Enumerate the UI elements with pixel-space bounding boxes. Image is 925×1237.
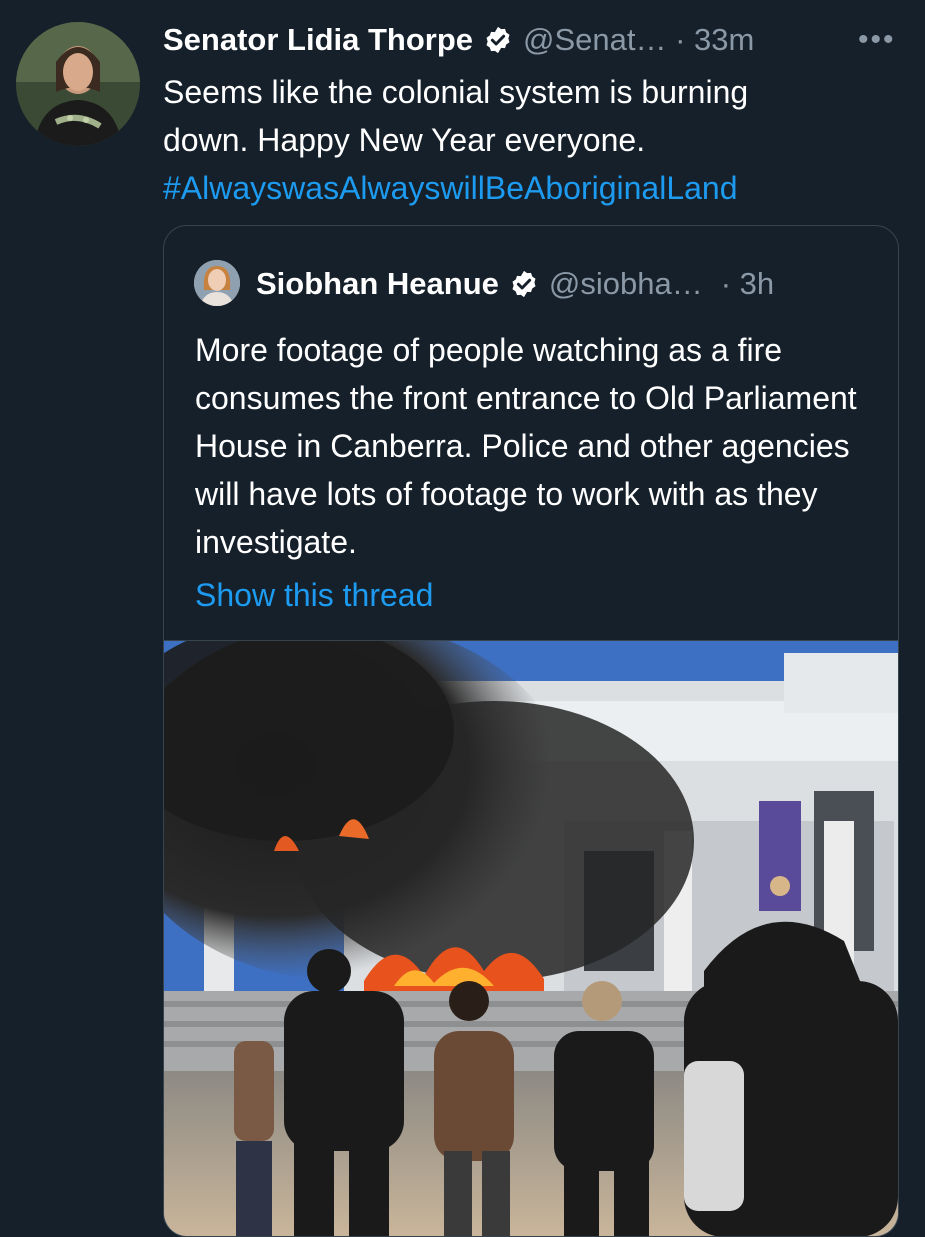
verified-badge-icon bbox=[483, 25, 513, 55]
tweet-text-line: Seems like the colonial system is burnin… bbox=[163, 74, 749, 110]
hashtag-link[interactable]: #AlwayswasAlwayswillBeAboriginalLand bbox=[163, 164, 883, 212]
author-avatar[interactable] bbox=[16, 22, 140, 146]
avatar-photo bbox=[194, 260, 240, 306]
avatar-photo bbox=[16, 22, 140, 146]
quoted-tweet-media[interactable] bbox=[164, 640, 898, 1236]
quoted-author-handle[interactable]: @siobha… bbox=[549, 266, 703, 302]
quoted-author-avatar[interactable] bbox=[194, 260, 240, 306]
author-name[interactable]: Senator Lidia Thorpe bbox=[163, 22, 473, 58]
quoted-tweet-text: More footage of people watching as a fir… bbox=[195, 332, 857, 560]
quoted-author-name[interactable]: Siobhan Heanue bbox=[256, 266, 499, 302]
show-thread-link[interactable]: Show this thread bbox=[195, 571, 433, 619]
tweet-header: Senator Lidia Thorpe @Senat… · 33m bbox=[163, 18, 754, 62]
quoted-tweet-time[interactable]: · 3h bbox=[721, 266, 774, 302]
tweet-text: Seems like the colonial system is burnin… bbox=[163, 68, 883, 212]
quoted-tweet[interactable]: Siobhan Heanue @siobha… · 3h More footag… bbox=[163, 225, 899, 1237]
quoted-tweet-header: Siobhan Heanue @siobha… · 3h bbox=[256, 262, 774, 306]
verified-badge-icon bbox=[509, 269, 539, 299]
video-thumbnail-icon bbox=[164, 641, 898, 1236]
tweet-text-line: down. Happy New Year everyone. bbox=[163, 122, 646, 158]
author-handle-time[interactable]: @Senat… · 33m bbox=[523, 22, 754, 58]
more-options-icon[interactable]: ••• bbox=[858, 20, 896, 60]
